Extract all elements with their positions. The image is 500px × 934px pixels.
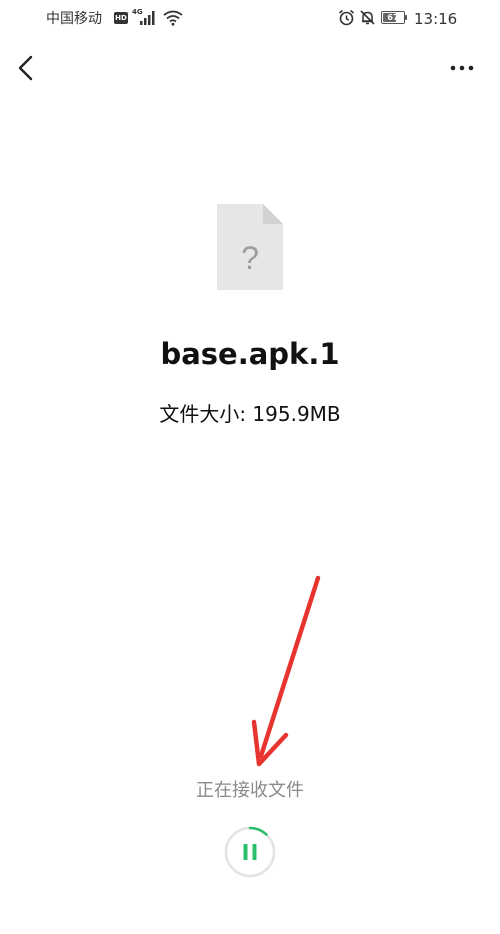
file-name: base.apk.1 <box>160 337 340 371</box>
more-options-button[interactable] <box>444 54 480 82</box>
battery-indicator: 67 <box>381 11 407 24</box>
progress-ring <box>224 826 276 878</box>
battery-tip <box>405 15 407 20</box>
more-horizontal-icon <box>450 65 474 71</box>
wifi-icon <box>163 10 183 26</box>
signal-icon <box>140 11 155 25</box>
receiving-status-text: 正在接收文件 <box>196 780 304 801</box>
status-bar: 中国移动 HD 4G 67 13:16 <box>0 0 500 38</box>
battery-level: 67 <box>387 13 399 22</box>
alarm-icon <box>338 9 355 26</box>
carrier-name: 中国移动 <box>46 11 102 27</box>
file-icon-question-mark: ? <box>241 240 259 276</box>
back-button[interactable] <box>10 50 44 86</box>
hd-badge: HD <box>114 12 128 24</box>
pause-download-button[interactable] <box>222 824 278 880</box>
notifications-muted-icon <box>360 10 375 25</box>
chevron-left-icon <box>18 55 33 81</box>
file-size: 文件大小: 195.9MB <box>159 402 341 426</box>
file-receive-screen: 中国移动 HD 4G 67 13:16 ? base.apk.1 文件大小: 1… <box>0 0 500 934</box>
annotation-arrow-icon <box>251 575 321 767</box>
clock: 13:16 <box>414 10 458 28</box>
unknown-file-icon: ? <box>217 204 283 290</box>
